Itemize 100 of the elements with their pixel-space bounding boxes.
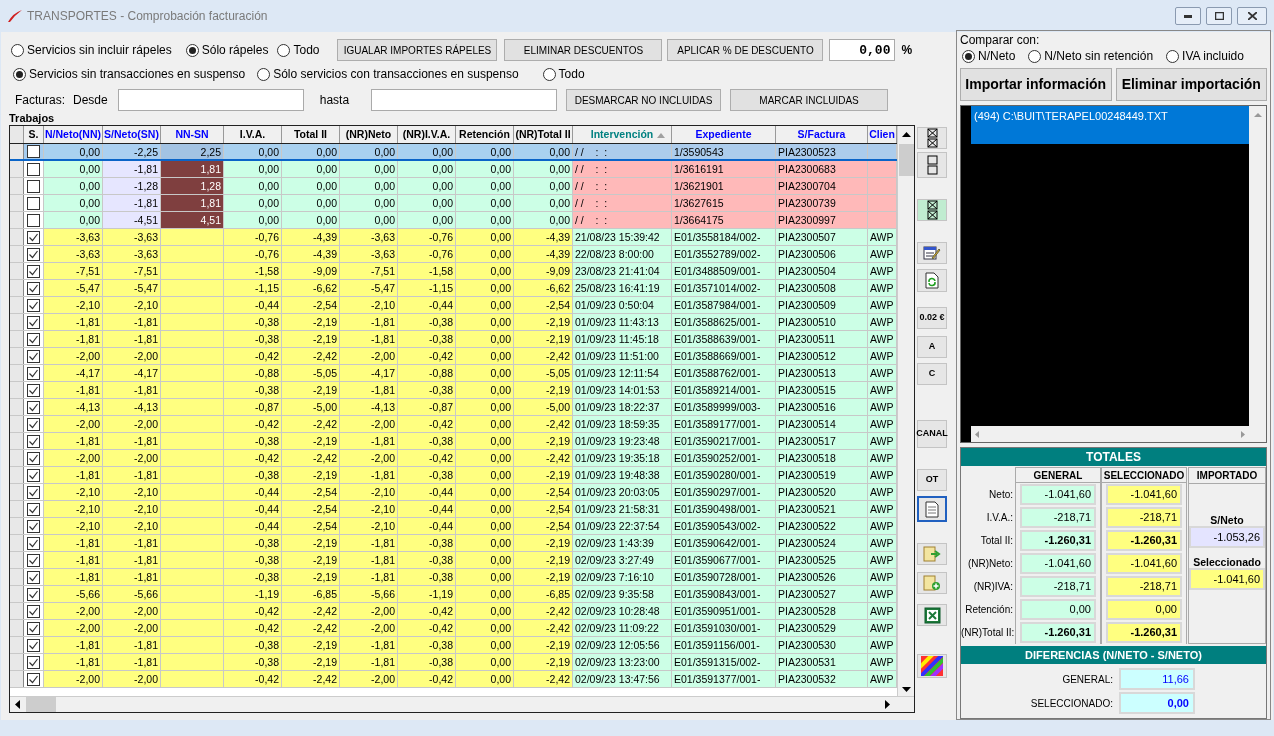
- column-header[interactable]: I.V.A.: [224, 126, 282, 143]
- radio-label[interactable]: Servicios sin incluir rápeles: [27, 41, 172, 59]
- table-row[interactable]: -1,81 -1,81 -0,38 -2,19 -1,81 -0,38 0,00 -2,19 02/09/23 13:23:00 E01/3591315/002- PIA2300531 AWP: [10, 654, 897, 671]
- horizontal-scrollbar[interactable]: [10, 696, 914, 712]
- radio-button[interactable]: [542, 67, 556, 81]
- table-row[interactable]: -2,00 -2,00 -0,42 -2,42 -2,00 -0,42 0,00 -2,42 01/09/23 19:35:18 E01/3590252/001- PIA2300518 AWP: [10, 450, 897, 467]
- scroll-thumb[interactable]: [898, 144, 914, 176]
- table-row[interactable]: -2,10 -2,10 -0,44 -2,54 -2,10 -0,44 0,00 -2,54 01/09/23 20:03:05 E01/3590297/001- PIA2300520 AWP: [10, 484, 897, 501]
- table-row[interactable]: -2,00 -2,00 -0,42 -2,42 -2,00 -0,42 0,00 -2,42 01/09/23 18:59:35 E01/3589177/001- PIA2300514 AWP: [10, 416, 897, 433]
- row-checkbox[interactable]: [27, 434, 40, 448]
- radio-button[interactable]: [185, 43, 199, 57]
- discount-field[interactable]: 0,00: [829, 39, 896, 61]
- column-header[interactable]: NN-SN: [161, 126, 224, 143]
- table-row[interactable]: -1,81 -1,81 -0,38 -2,19 -1,81 -0,38 0,00 -2,19 01/09/23 19:48:38 E01/3590280/001- PIA2300519 AWP: [10, 467, 897, 484]
- horizontal-scrollbar[interactable]: [971, 426, 1249, 442]
- row-checkbox[interactable]: [27, 536, 40, 550]
- to-field[interactable]: [371, 89, 558, 111]
- row-checkbox[interactable]: [27, 349, 40, 363]
- row-checkbox[interactable]: [27, 230, 40, 244]
- table-row[interactable]: -1,81 -1,81 -0,38 -2,19 -1,81 -0,38 0,00 -2,19 02/09/23 7:16:10 E01/3590728/001- PIA2300526 AWP: [10, 569, 897, 586]
- radio-button[interactable]: [13, 67, 26, 81]
- row-checkbox[interactable]: [27, 570, 40, 584]
- table-row[interactable]: -2,10 -2,10 -0,44 -2,54 -2,10 -0,44 0,00 -2,54 01/09/23 22:37:54 E01/3590543/002- PIA2300522 AWP: [10, 518, 897, 535]
- table-row[interactable]: -1,81 -1,81 -0,38 -2,19 -1,81 -0,38 0,00 -2,19 01/09/23 11:45:18 E01/3588639/001- PIA2300511 AWP: [10, 331, 897, 348]
- column-header[interactable]: S/Factura: [776, 126, 868, 143]
- row-checkbox[interactable]: [27, 638, 40, 652]
- column-header[interactable]: S.: [24, 126, 44, 143]
- radio-label[interactable]: Todo: [293, 41, 320, 59]
- scroll-thumb[interactable]: [26, 697, 56, 712]
- radio-label[interactable]: N/Neto sin retención: [1044, 47, 1154, 65]
- row-checkbox[interactable]: [27, 332, 40, 346]
- tool-button[interactable]: OT: [917, 469, 947, 491]
- row-checkbox[interactable]: [27, 264, 40, 278]
- import-button[interactable]: Eliminar importación: [1115, 68, 1267, 101]
- radio-label[interactable]: Servicios sin transacciones en suspenso: [29, 65, 246, 83]
- table-row[interactable]: -4,13 -4,13 -0,87 -5,00 -4,13 -0,87 0,00 -5,00 01/09/23 18:22:37 E01/3589999/003- PIA2300516 AWP: [10, 399, 897, 416]
- tool-button[interactable]: 0.02 €: [917, 307, 947, 329]
- tool-button[interactable]: [917, 242, 947, 264]
- row-checkbox[interactable]: [27, 604, 40, 618]
- table-row[interactable]: -1,81 -1,81 -0,38 -2,19 -1,81 -0,38 0,00 -2,19 01/09/23 14:01:53 E01/3589214/001- PIA2300515 AWP: [10, 382, 897, 399]
- column-header[interactable]: Expediente: [672, 126, 776, 143]
- column-header[interactable]: Total II: [282, 126, 340, 143]
- action-button[interactable]: DESMARCAR NO INCLUIDAS: [566, 89, 722, 111]
- row-checkbox[interactable]: [27, 621, 40, 635]
- row-checkbox[interactable]: [27, 587, 40, 601]
- radio-button[interactable]: [1028, 49, 1042, 63]
- table-row[interactable]: -1,81 -1,81 -0,38 -2,19 -1,81 -0,38 0,00 -2,19 02/09/23 3:27:49 E01/3590677/001- PIA2300525 AWP: [10, 552, 897, 569]
- column-header[interactable]: (NR)Neto: [340, 126, 398, 143]
- tool-button[interactable]: C: [917, 363, 947, 385]
- row-checkbox[interactable]: [27, 502, 40, 516]
- column-header[interactable]: (NR)Total II: [514, 126, 573, 143]
- table-row[interactable]: -3,63 -3,63 -0,76 -4,39 -3,63 -0,76 0,00 -4,39 21/08/23 15:39:42 E01/3558184/002- PIA2300507 AWP: [10, 229, 897, 246]
- radio-button[interactable]: [257, 67, 271, 81]
- table-row[interactable]: -2,00 -2,00 -0,42 -2,42 -2,00 -0,42 0,00 -2,42 02/09/23 11:09:22 E01/3591030/001- PIA2300529 AWP: [10, 620, 897, 637]
- row-checkbox[interactable]: [27, 298, 40, 312]
- close-button[interactable]: [1237, 7, 1267, 25]
- table-row[interactable]: -1,81 -1,81 -0,38 -2,19 -1,81 -0,38 0,00 -2,19 01/09/23 19:23:48 E01/3590217/001- PIA2300517 AWP: [10, 433, 897, 450]
- table-row[interactable]: -2,00 -2,00 -0,42 -2,42 -2,00 -0,42 0,00 -2,42 01/09/23 11:51:00 E01/3588669/001- PIA2300512 AWP: [10, 348, 897, 365]
- tool-button[interactable]: [917, 496, 947, 522]
- radio-button[interactable]: [277, 43, 291, 57]
- table-row[interactable]: -1,81 -1,81 -0,38 -2,19 -1,81 -0,38 0,00 -2,19 02/09/23 12:05:56 E01/3591156/001- PIA2300530 AWP: [10, 637, 897, 654]
- action-button[interactable]: IGUALAR IMPORTES RÁPELES: [337, 39, 498, 61]
- table-row[interactable]: -7,51 -7,51 -1,58 -9,09 -7,51 -1,58 0,00 -9,09 23/08/23 21:41:04 E01/3488509/001- PIA2300504 AWP: [10, 263, 897, 280]
- file-list-item[interactable]: (494) C:\BUIT\TERAPEL00248449.TXT: [971, 106, 1249, 144]
- tool-button[interactable]: A: [917, 336, 947, 358]
- maximize-button[interactable]: [1206, 7, 1232, 25]
- table-row[interactable]: -1,81 -1,81 -0,38 -2,19 -1,81 -0,38 0,00 -2,19 02/09/23 1:43:39 E01/3590642/001- PIA2300524 AWP: [10, 535, 897, 552]
- minimize-button[interactable]: [1175, 7, 1201, 25]
- table-row[interactable]: -2,10 -2,10 -0,44 -2,54 -2,10 -0,44 0,00 -2,54 01/09/23 21:58:31 E01/3590498/001- PIA2300521 AWP: [10, 501, 897, 518]
- radio-button[interactable]: [1166, 49, 1180, 63]
- table-row[interactable]: -2,00 -2,00 -0,42 -2,42 -2,00 -0,42 0,00 -2,42 02/09/23 10:28:48 E01/3590951/001- PIA2300528 AWP: [10, 603, 897, 620]
- row-checkbox[interactable]: [27, 145, 40, 158]
- row-checkbox[interactable]: [27, 655, 40, 669]
- tool-button[interactable]: CANAL: [917, 420, 947, 448]
- action-button[interactable]: APLICAR % DE DESCUENTO: [667, 39, 824, 61]
- column-header[interactable]: S/Neto(SN): [103, 126, 161, 143]
- import-button[interactable]: Importar información: [960, 68, 1112, 101]
- row-checkbox[interactable]: [27, 485, 40, 499]
- table-row[interactable]: -3,63 -3,63 -0,76 -4,39 -3,63 -0,76 0,00 -4,39 22/08/23 8:00:00 E01/3552789/002- PIA2300506 AWP: [10, 246, 897, 263]
- row-checkbox[interactable]: [27, 179, 40, 193]
- tool-button[interactable]: [917, 127, 947, 149]
- tool-button[interactable]: [917, 654, 947, 678]
- row-checkbox[interactable]: [27, 281, 40, 295]
- row-checkbox[interactable]: [27, 196, 40, 210]
- table-row[interactable]: -5,47 -5,47 -1,15 -6,62 -5,47 -1,15 0,00 -6,62 25/08/23 16:41:19 E01/3571014/002- PIA2300508 AWP: [10, 280, 897, 297]
- row-checkbox[interactable]: [27, 468, 40, 482]
- table-row[interactable]: 0,00 -1,28 1,28 0,00 0,00 0,00 0,00 0,00 0,00 / / : : 1/3621901 PIA2300704: [10, 178, 897, 195]
- table-row[interactable]: 0,00 -1,81 1,81 0,00 0,00 0,00 0,00 0,00 0,00 / / : : 1/3616191 PIA2300683: [10, 161, 897, 178]
- action-button[interactable]: ELIMINAR DESCUENTOS: [504, 39, 663, 61]
- row-checkbox[interactable]: [27, 451, 40, 465]
- table-row[interactable]: -4,17 -4,17 -0,88 -5,05 -4,17 -0,88 0,00 -5,05 01/09/23 12:11:54 E01/3588762/001- PIA2300513 AWP: [10, 365, 897, 382]
- column-header[interactable]: Intervención: [573, 126, 672, 143]
- radio-button[interactable]: [962, 49, 975, 63]
- row-checkbox[interactable]: [27, 162, 40, 176]
- column-header[interactable]: N/Neto(NN): [44, 126, 103, 143]
- column-header[interactable]: (NR)I.V.A.: [398, 126, 456, 143]
- vertical-scrollbar[interactable]: [897, 126, 914, 696]
- radio-label[interactable]: N/Neto: [978, 47, 1016, 65]
- tool-button[interactable]: [917, 199, 947, 221]
- table-row[interactable]: -2,10 -2,10 -0,44 -2,54 -2,10 -0,44 0,00 -2,54 01/09/23 0:50:04 E01/3587984/001- PIA2300509 AWP: [10, 297, 897, 314]
